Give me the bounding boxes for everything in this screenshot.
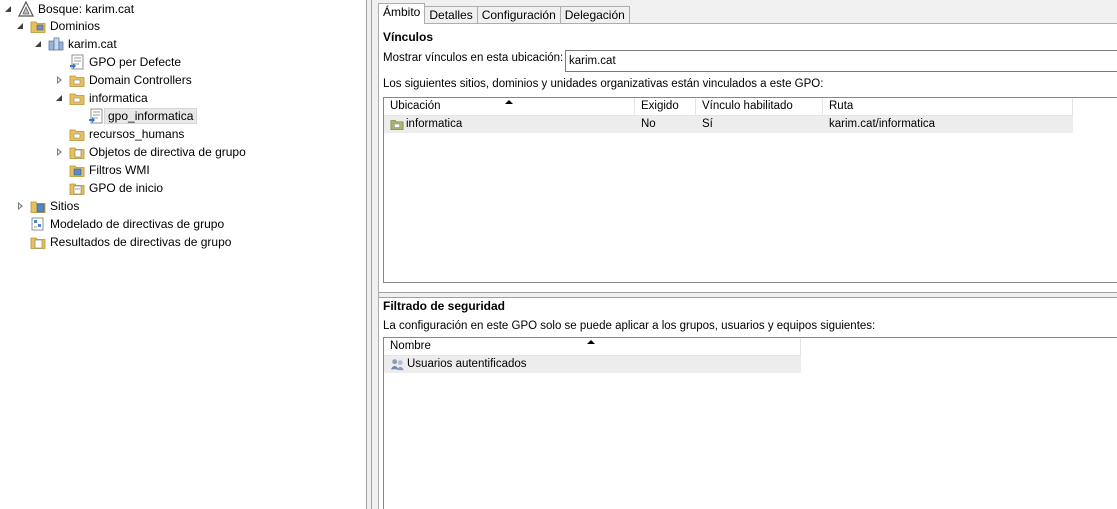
modeling-icon: [30, 216, 46, 232]
tree-label: Filtros WMI: [89, 163, 150, 177]
tree-label: Domain Controllers: [89, 73, 192, 87]
column-name[interactable]: Nombre: [384, 338, 801, 356]
cell-enforced: No: [641, 118, 656, 130]
tree-node-domain[interactable]: karim.cat: [34, 35, 117, 53]
tab-scope[interactable]: Ámbito: [378, 3, 426, 24]
collapse-arrow-icon[interactable]: [4, 5, 13, 14]
forest-icon: [18, 0, 34, 17]
tree-label: Bosque: karim.cat: [38, 2, 135, 16]
tree-label: recursos_humans: [89, 127, 185, 141]
name-text: Usuarios autentificados: [407, 358, 527, 370]
details-pane: Ámbito Detalles Configuración Delegación…: [372, 0, 1117, 509]
section-splitter[interactable]: [379, 292, 1117, 298]
expand-arrow-icon[interactable]: [55, 75, 64, 85]
table-row[interactable]: Usuarios autentificados: [384, 356, 801, 373]
links-list[interactable]: Ubicación Exigido Vínculo habilitado Rut…: [383, 97, 1117, 283]
gpo-folder-icon: [69, 144, 85, 160]
starter-gpo-icon: [69, 180, 85, 196]
column-path[interactable]: Ruta: [823, 98, 1073, 116]
tree-node-recursos-humans[interactable]: recursos_humans: [55, 125, 184, 143]
collapse-arrow-icon[interactable]: [55, 94, 64, 103]
tree-node-domain-controllers[interactable]: Domain Controllers: [55, 71, 192, 89]
tab-details[interactable]: Detalles: [424, 6, 478, 24]
domains-folder-icon: [30, 18, 46, 34]
links-list-header: Ubicación Exigido Vínculo habilitado Rut…: [384, 98, 1073, 116]
results-icon: [30, 234, 46, 250]
security-list[interactable]: Nombre Usuarios autentificados: [383, 337, 1117, 509]
sites-icon: [30, 198, 46, 214]
location-input[interactable]: karim.cat: [565, 50, 1117, 72]
domain-icon: [48, 36, 64, 52]
column-label: Nombre: [390, 340, 431, 352]
tree-node-gp-modeling[interactable]: Modelado de directivas de grupo: [16, 215, 224, 233]
expand-arrow-icon[interactable]: [16, 201, 25, 211]
tab-strip: Ámbito Detalles Configuración Delegación: [378, 3, 630, 24]
tab-delegation[interactable]: Delegación: [559, 6, 630, 24]
tree-node-domains[interactable]: Dominios: [16, 17, 100, 35]
security-list-header: Nombre: [384, 338, 801, 356]
sort-ascending-icon: [505, 100, 513, 104]
collapse-arrow-icon[interactable]: [34, 40, 43, 49]
column-label: Ubicación: [390, 100, 441, 112]
tree-node-gpo-default[interactable]: GPO per Defecte: [55, 53, 181, 71]
tree-node-gpo-informatica[interactable]: gpo_informatica: [74, 107, 198, 125]
ou-folder-icon: [390, 117, 404, 133]
ou-folder-icon: [69, 90, 85, 106]
wmi-filter-icon: [69, 162, 85, 178]
ou-folder-icon: [69, 126, 85, 142]
scope-tab-page: Vínculos Mostrar vínculos en esta ubicac…: [378, 23, 1117, 509]
tree-node-starter-gpos[interactable]: GPO de inicio: [55, 179, 163, 197]
tree-label: Resultados de directivas de grupo: [50, 235, 232, 249]
show-links-label: Mostrar vínculos en esta ubicación:: [383, 52, 564, 64]
security-description: La configuración en este GPO solo se pue…: [383, 320, 876, 332]
tree-label: GPO de inicio: [89, 181, 164, 195]
cell-name: Usuarios autentificados: [384, 356, 801, 373]
tree-label: gpo_informatica: [103, 108, 198, 124]
tree-node-gp-results[interactable]: Resultados de directivas de grupo: [16, 233, 231, 251]
expand-arrow-icon[interactable]: [55, 147, 64, 157]
tree-node-wmi-filters[interactable]: Filtros WMI: [55, 161, 150, 179]
tab-settings[interactable]: Configuración: [476, 6, 561, 24]
tree-label: karim.cat: [68, 37, 117, 51]
gpo-link-icon: [88, 108, 104, 124]
tree-node-forest[interactable]: Bosque: karim.cat: [4, 0, 134, 18]
tree-label: Modelado de directivas de grupo: [50, 217, 225, 231]
tree-label: informatica: [89, 91, 148, 105]
gpo-link-icon: [69, 54, 85, 70]
location-text: informatica: [406, 118, 463, 130]
tree-node-informatica[interactable]: informatica: [55, 89, 148, 107]
table-row[interactable]: informatica No Sí karim.cat/informatica: [384, 116, 1073, 133]
column-location[interactable]: Ubicación: [384, 98, 635, 116]
console-tree: Bosque: karim.cat Dominios karim.cat GPO…: [0, 0, 366, 509]
sort-ascending-icon: [587, 340, 595, 344]
tree-node-gpo-objects[interactable]: Objetos de directiva de grupo: [55, 143, 246, 161]
cell-path: karim.cat/informatica: [829, 118, 936, 130]
links-description: Los siguientes sitios, dominios y unidad…: [383, 78, 824, 90]
links-title: Vínculos: [383, 30, 434, 44]
collapse-arrow-icon[interactable]: [16, 22, 25, 31]
column-enforced[interactable]: Exigido: [635, 98, 696, 116]
tree-label: Dominios: [50, 19, 101, 33]
tree-node-sites[interactable]: Sitios: [16, 197, 79, 215]
cell-link-enabled: Sí: [702, 118, 713, 130]
column-link-enabled[interactable]: Vínculo habilitado: [696, 98, 823, 116]
cell-location: informatica: [384, 116, 635, 133]
users-group-icon: [390, 357, 405, 373]
ou-folder-icon: [69, 72, 85, 88]
security-title: Filtrado de seguridad: [383, 299, 506, 313]
tree-label: GPO per Defecte: [89, 55, 182, 69]
tree-label: Objetos de directiva de grupo: [89, 145, 246, 159]
tree-label: Sitios: [50, 199, 80, 213]
